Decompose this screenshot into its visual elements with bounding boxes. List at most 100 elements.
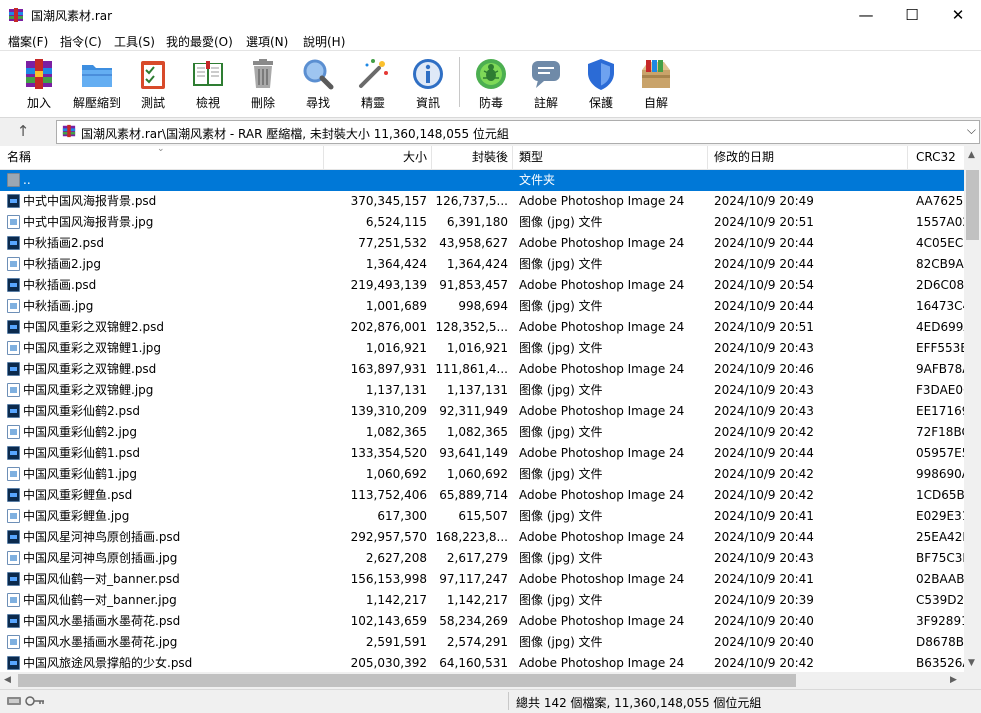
menu-tools[interactable]: 工具(S) <box>114 33 155 50</box>
file-name: 中国风仙鹤一对_banner.psd <box>23 572 180 586</box>
scroll-down-arrow-icon[interactable]: ▼ <box>968 658 975 668</box>
psd-file-icon <box>7 194 20 208</box>
column-header-modified[interactable]: 修改的日期 <box>708 146 908 169</box>
minimize-button[interactable]: — <box>843 0 889 30</box>
menu-help[interactable]: 說明(H) <box>303 33 345 50</box>
scrollbar-corner <box>964 672 981 689</box>
protect-button[interactable]: 保護 <box>573 54 629 112</box>
file-row[interactable]: 中国风水墨插画水墨荷花.jpg 2,591,591 2,574,291 图像 (jpg… <box>0 632 964 653</box>
vertical-scrollbar[interactable]: ▲ ▼ <box>964 146 981 672</box>
view-button[interactable]: 檢視 <box>180 54 236 112</box>
file-row[interactable]: 中式中国风海报背景.psd 370,345,157 126,737,5... Adob… <box>0 191 964 212</box>
file-row[interactable]: 中国风重彩之双锦鲤2.psd 202,876,001 128,352,5... Ado… <box>0 317 964 338</box>
psd-file-icon <box>7 614 20 628</box>
file-crc32: 998690A <box>916 467 964 481</box>
file-modified: 2024/10/9 20:51 <box>714 320 814 334</box>
add-button[interactable]: 加入 <box>11 54 67 112</box>
parent-folder-row[interactable]: .. 文件夹 <box>0 170 964 191</box>
column-header-name[interactable]: 名稱 ⌄ <box>0 146 324 169</box>
file-name: 中国风重彩仙鹤2.jpg <box>23 425 138 439</box>
test-button[interactable]: 測試 <box>125 54 181 112</box>
file-row[interactable]: 中国风重彩仙鹤1.jpg 1,060,692 1,060,692 图像 (jpg) 文… <box>0 464 964 485</box>
file-row[interactable]: 中国风仙鹤一对_banner.jpg 1,142,217 1,142,217 图像 (… <box>0 590 964 611</box>
file-modified: 2024/10/9 20:44 <box>714 446 814 460</box>
file-row[interactable]: 中国风重彩之双锦鲤1.jpg 1,016,921 1,016,921 图像 (jpg)… <box>0 338 964 359</box>
drive-key-icon[interactable] <box>6 694 46 708</box>
archive-path-field[interactable]: 国潮风素材.rar\国潮风素材 - RAR 壓縮檔, 未封裝大小 11,360,… <box>56 120 980 144</box>
file-row[interactable]: 中国风重彩仙鹤2.psd 139,310,209 92,311,949 Adobe P… <box>0 401 964 422</box>
file-row[interactable]: 中国风重彩仙鹤1.psd 133,354,520 93,641,149 Adobe P… <box>0 443 964 464</box>
bug-icon <box>476 59 506 89</box>
file-row[interactable]: 中国风水墨插画水墨荷花.psd 102,143,659 58,234,269 Adob… <box>0 611 964 632</box>
psd-file-icon <box>7 404 20 418</box>
find-button[interactable]: 尋找 <box>290 54 346 112</box>
file-name: 中秋插画.jpg <box>23 299 94 313</box>
file-row[interactable]: 中国风重彩鲤鱼.psd 113,752,406 65,889,714 Adobe Ph… <box>0 485 964 506</box>
file-crc32: BF75C3D <box>916 551 964 565</box>
scroll-up-arrow-icon[interactable]: ▲ <box>968 150 975 160</box>
file-row[interactable]: 中式中国风海报背景.jpg 6,524,115 6,391,180 图像 (jpg) … <box>0 212 964 233</box>
file-size: 2,627,208 <box>365 551 427 565</box>
file-packed-size: 43,958,627 <box>439 236 508 250</box>
file-row[interactable]: 中国风星河神鸟原创插画.psd 292,957,570 168,223,8... Ad… <box>0 527 964 548</box>
file-modified: 2024/10/9 20:39 <box>714 593 814 607</box>
comment-button[interactable]: 註解 <box>518 54 574 112</box>
file-crc32: D8678BI <box>916 635 964 649</box>
sfx-archive-icon <box>642 60 670 88</box>
file-name: 中国风重彩仙鹤1.psd <box>23 446 140 460</box>
folder-extract-icon <box>82 65 112 87</box>
file-row[interactable]: 中秋插画2.jpg 1,364,424 1,364,424 图像 (jpg) 文件 20… <box>0 254 964 275</box>
file-packed-size: 93,641,149 <box>439 446 508 460</box>
horizontal-scrollbar[interactable]: ◀ ▶ <box>0 672 964 689</box>
up-one-level-button[interactable]: ↑ <box>14 122 32 140</box>
info-icon <box>413 59 443 89</box>
file-size: 205,030,392 <box>350 656 427 670</box>
menu-commands[interactable]: 指令(C) <box>60 33 102 50</box>
close-button[interactable]: ✕ <box>935 0 981 30</box>
file-row[interactable]: 中国风重彩仙鹤2.jpg 1,082,365 1,082,365 图像 (jpg) 文… <box>0 422 964 443</box>
file-row[interactable]: 中国风仙鹤一对_banner.psd 156,153,998 97,117,247 A… <box>0 569 964 590</box>
file-row[interactable]: 中秋插画.psd 219,493,139 91,853,457 Adobe Photo… <box>0 275 964 296</box>
horizontal-scroll-thumb[interactable] <box>18 674 796 687</box>
info-button[interactable]: 資訊 <box>400 54 456 112</box>
wizard-button[interactable]: 精靈 <box>345 54 401 112</box>
file-row[interactable]: 中国风重彩鲤鱼.jpg 617,300 615,507 图像 (jpg) 文件 2024… <box>0 506 964 527</box>
scroll-right-arrow-icon[interactable]: ▶ <box>950 675 957 685</box>
chevron-down-icon[interactable]: ⌵ <box>967 123 976 138</box>
file-row[interactable]: 中国风重彩之双锦鲤.jpg 1,137,131 1,137,131 图像 (jpg) … <box>0 380 964 401</box>
file-packed-size: 1,082,365 <box>446 425 508 439</box>
file-name: 中国风重彩仙鹤1.jpg <box>23 467 138 481</box>
file-name: 中秋插画2.jpg <box>23 257 102 271</box>
file-row[interactable]: 中国风重彩之双锦鲤.psd 163,897,931 111,861,4... Adob… <box>0 359 964 380</box>
file-modified: 2024/10/9 20:54 <box>714 278 814 292</box>
scroll-left-arrow-icon[interactable]: ◀ <box>4 675 11 685</box>
column-header-crc32[interactable]: CRC32 <box>908 146 964 169</box>
antivirus-button[interactable]: 防毒 <box>463 54 519 112</box>
extract-to-button[interactable]: 解壓縮到 <box>68 54 126 112</box>
psd-file-icon <box>7 488 20 502</box>
file-row[interactable]: 中秋插画.jpg 1,001,689 998,694 图像 (jpg) 文件 2024/… <box>0 296 964 317</box>
file-crc32: 02BAAB <box>916 572 964 586</box>
psd-file-icon <box>7 362 20 376</box>
file-type: Adobe Photoshop Image 24 <box>519 320 685 334</box>
sfx-button[interactable]: 自解 <box>628 54 684 112</box>
menu-favorites[interactable]: 我的最愛(O) <box>166 33 233 50</box>
file-row[interactable]: 中秋插画2.psd 77,251,532 43,958,627 Adobe Photo… <box>0 233 964 254</box>
file-row[interactable]: 中国风星河神鸟原创插画.jpg 2,627,208 2,617,279 图像 (jpg… <box>0 548 964 569</box>
column-header-packed[interactable]: 封裝後 <box>432 146 513 169</box>
winrar-app-icon <box>9 8 23 22</box>
file-name: 中国风重彩之双锦鲤.jpg <box>23 383 154 397</box>
delete-button[interactable]: 刪除 <box>235 54 291 112</box>
psd-file-icon <box>7 320 20 334</box>
column-header-size[interactable]: 大小 <box>324 146 432 169</box>
menu-options[interactable]: 選項(N) <box>246 33 288 50</box>
vertical-scroll-thumb[interactable] <box>966 170 979 240</box>
maximize-button[interactable]: ☐ <box>889 0 935 30</box>
column-header-type[interactable]: 類型 <box>513 146 708 169</box>
menu-file[interactable]: 檔案(F) <box>8 33 48 50</box>
jpg-file-icon <box>7 425 20 439</box>
file-row[interactable]: 中国风旅途风景撑船的少女.psd 205,030,392 64,160,531 Ado… <box>0 653 964 672</box>
status-bar: 總共 142 個檔案, 11,360,148,055 個位元組 <box>0 689 981 713</box>
file-modified: 2024/10/9 20:40 <box>714 614 814 628</box>
file-packed-size: 128,352,5... <box>435 320 508 334</box>
